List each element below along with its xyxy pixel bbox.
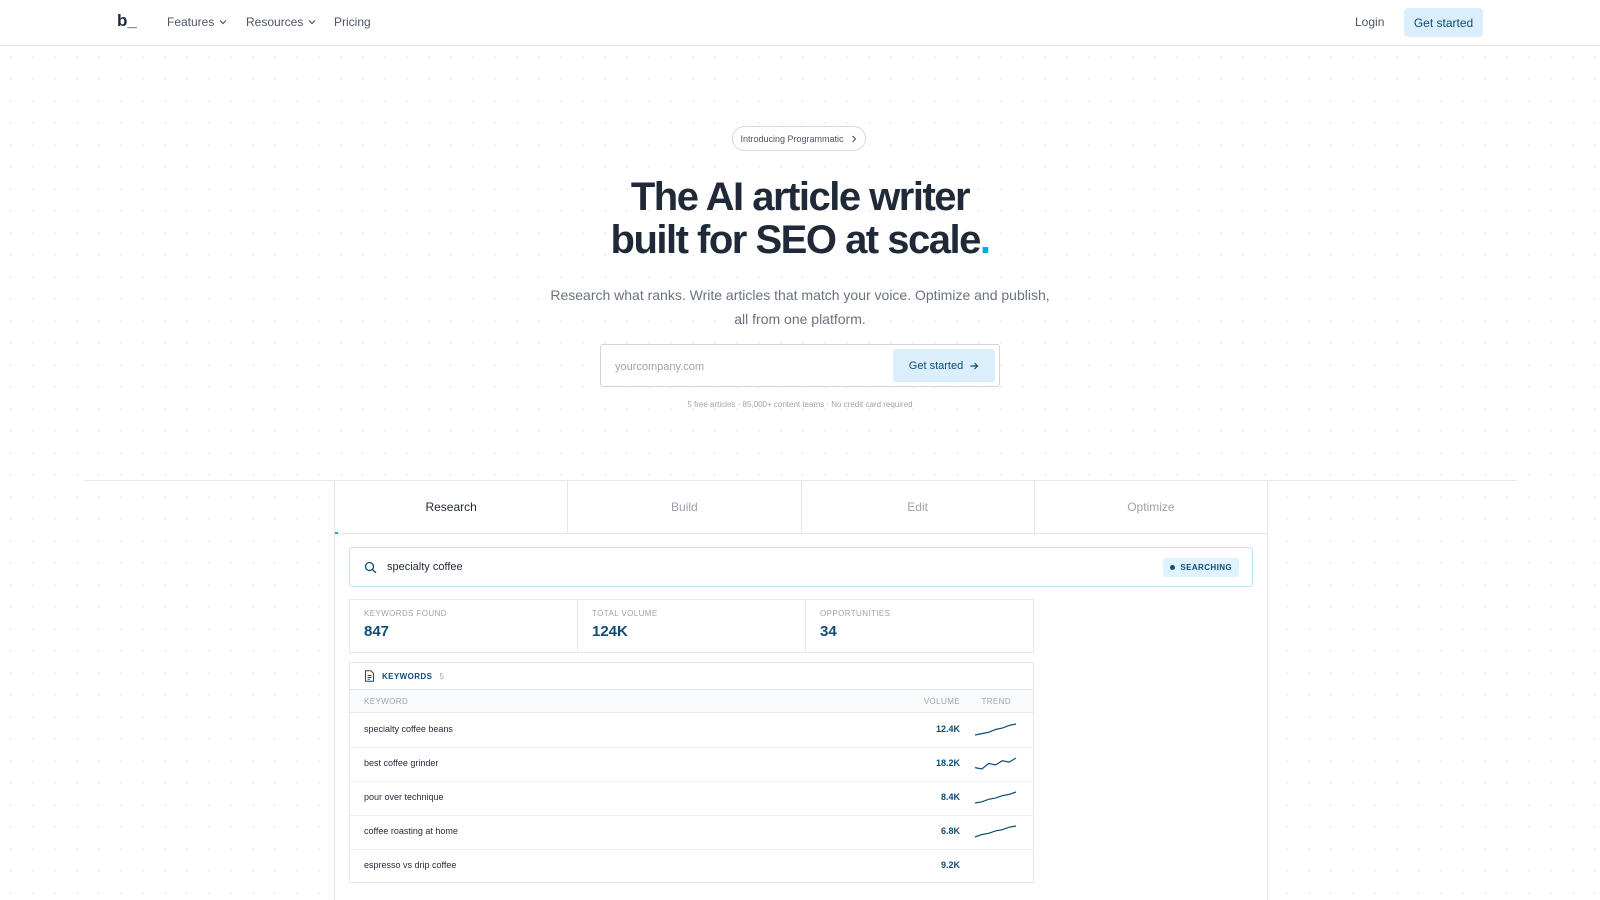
trend-sparkline — [974, 791, 1017, 804]
keyword-volume: 12.4K — [935, 724, 960, 734]
keyword-search-bar[interactable]: specialty coffee SEARCHING — [349, 547, 1253, 587]
stat-value: 847 — [364, 623, 390, 640]
login-link[interactable]: Login — [1355, 15, 1384, 29]
trend-sparkline — [974, 825, 1017, 838]
status-badge-label: SEARCHING — [1180, 563, 1232, 572]
keywords-header: KEYWORDS 5 — [350, 663, 1033, 690]
fine-print: 5 free articles · 85,000+ content teams … — [687, 400, 913, 409]
hero-headline: The AI article writer built for SEO at s… — [500, 176, 1100, 262]
tab-build-label: Build — [671, 500, 698, 514]
stat-value: 124K — [592, 623, 628, 640]
table-row[interactable]: espresso vs drip coffee 9.2K — [350, 849, 1033, 883]
tab-research-label: Research — [425, 500, 477, 514]
tab-research[interactable]: Research — [335, 481, 569, 534]
hero-subhead: Research what ranks. Write articles that… — [550, 287, 1050, 327]
nav-pricing[interactable]: Pricing — [334, 15, 371, 29]
tab-optimize[interactable]: Optimize — [1035, 481, 1267, 533]
signup-form: Get started — [600, 344, 1000, 387]
headline-line-2: built for SEO at scale. — [500, 219, 1100, 262]
stat-label: TOTAL VOLUME — [592, 609, 658, 618]
nav-resources[interactable]: Resources — [246, 15, 317, 29]
headline-accent-dot: . — [979, 218, 991, 262]
stat-label: OPPORTUNITIES — [820, 609, 891, 618]
document-icon — [365, 670, 374, 682]
keyword-volume: 9.2K — [940, 860, 960, 870]
signup-get-started-button[interactable]: Get started — [893, 349, 995, 382]
keyword-volume: 8.4K — [940, 792, 960, 802]
col-trend: TREND — [981, 697, 1011, 706]
keywords-table: KEYWORDS 5 KEYWORD VOLUME TREND specialt… — [349, 662, 1034, 883]
col-volume: VOLUME — [923, 697, 960, 706]
arrow-right-icon — [970, 362, 979, 369]
chevron-down-icon — [219, 20, 227, 25]
keyword-name: coffee roasting at home — [364, 826, 458, 836]
top-navbar: b_ Features Resources Pricing Login Get … — [0, 0, 1600, 46]
keyword-name: pour over technique — [364, 792, 444, 802]
chevron-right-icon — [851, 135, 856, 142]
table-row[interactable]: pour over technique 8.4K — [350, 781, 1033, 816]
trend-sparkline — [973, 858, 1018, 873]
headline-line-1: The AI article writer — [630, 175, 971, 219]
search-query: specialty coffee — [387, 561, 463, 573]
nav-features-label: Features — [167, 15, 215, 29]
nav-pricing-label: Pricing — [334, 15, 371, 29]
stat-label: KEYWORDS FOUND — [364, 609, 447, 618]
col-keyword: KEYWORD — [364, 697, 409, 706]
nav-features[interactable]: Features — [167, 15, 228, 29]
stat-opportunities: OPPORTUNITIES 34 — [806, 600, 1033, 652]
nav-get-started-button[interactable]: Get started — [1404, 8, 1483, 37]
table-row[interactable]: coffee roasting at home 6.8K — [350, 815, 1033, 850]
keyword-name: specialty coffee beans — [364, 724, 453, 734]
search-icon — [364, 561, 377, 574]
keywords-count: 5 — [439, 671, 444, 681]
tab-build[interactable]: Build — [568, 481, 802, 533]
status-dot-icon — [1170, 565, 1176, 570]
nav-resources-label: Resources — [246, 15, 304, 29]
table-row[interactable]: best coffee grinder 18.2K — [350, 747, 1033, 782]
trend-sparkline — [974, 723, 1017, 736]
keywords-column-headers: KEYWORD VOLUME TREND — [350, 690, 1033, 713]
product-demo-panel: Research Build Edit Optimize specialty c… — [334, 481, 1268, 900]
keyword-name: espresso vs drip coffee — [364, 860, 457, 870]
stats-row: KEYWORDS FOUND 847 TOTAL VOLUME 124K OPP… — [349, 599, 1034, 653]
sparkline-path — [974, 723, 1017, 736]
keywords-title: KEYWORDS — [382, 671, 433, 681]
stat-total-volume: TOTAL VOLUME 124K — [578, 600, 806, 652]
stat-keywords-found: KEYWORDS FOUND 847 — [350, 600, 578, 652]
trend-sparkline — [974, 757, 1017, 770]
keyword-volume: 18.2K — [935, 758, 960, 768]
announcement-pill[interactable]: Introducing Programmatic — [732, 126, 866, 151]
sparkline-path — [974, 757, 1017, 770]
domain-input[interactable] — [613, 355, 877, 379]
logo[interactable]: b_ — [117, 11, 137, 31]
chevron-down-icon — [308, 20, 316, 25]
announcement-pill-label: Introducing Programmatic — [740, 133, 844, 144]
demo-tabs: Research Build Edit Optimize — [335, 481, 1267, 534]
sparkline-path — [974, 791, 1017, 804]
table-row[interactable]: specialty coffee beans 12.4K — [350, 713, 1033, 748]
active-tab-indicator — [335, 532, 338, 534]
signup-button-label: Get started — [908, 359, 964, 372]
stat-value: 34 — [820, 623, 837, 640]
headline-line-2-text: built for SEO at scale — [610, 218, 982, 262]
status-badge: SEARCHING — [1163, 558, 1239, 577]
keyword-volume: 6.8K — [940, 826, 960, 836]
tab-edit-label: Edit — [907, 500, 928, 514]
keyword-name: best coffee grinder — [364, 758, 439, 768]
tab-optimize-label: Optimize — [1127, 500, 1175, 514]
sparkline-path — [974, 825, 1017, 838]
tab-edit[interactable]: Edit — [802, 481, 1035, 533]
